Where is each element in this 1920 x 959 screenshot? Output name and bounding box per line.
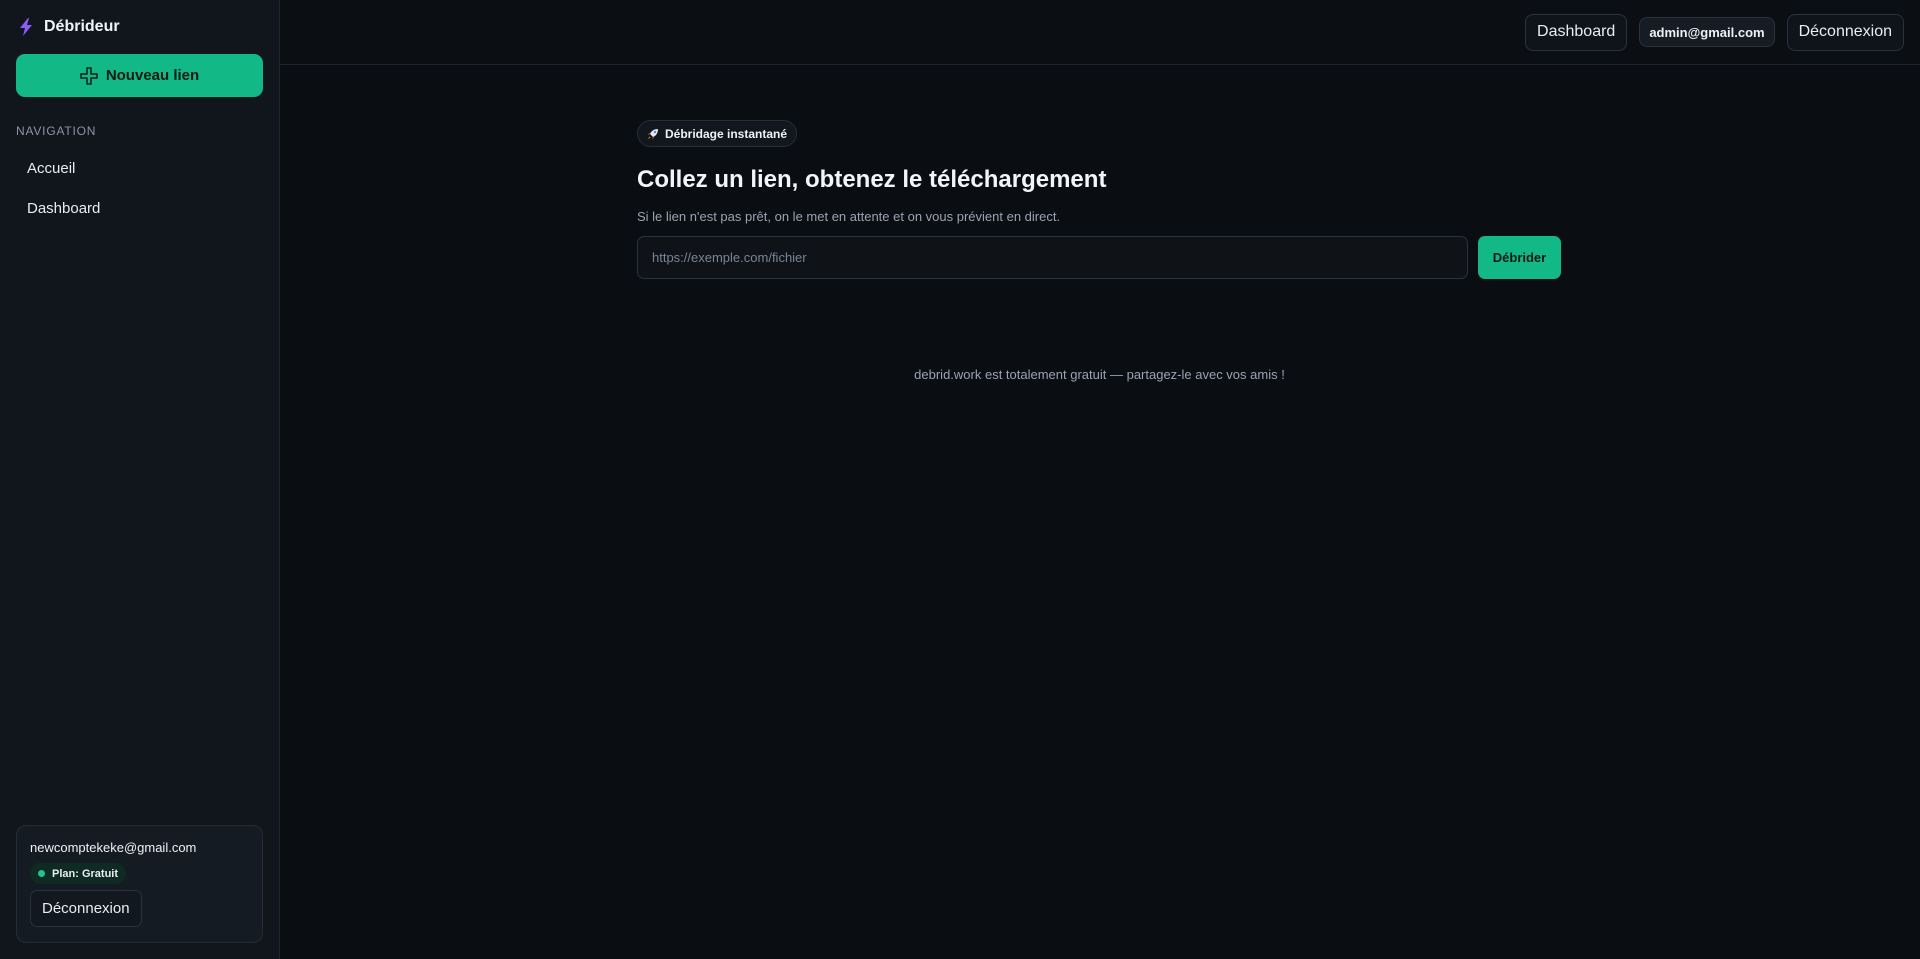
brand-name: Débrideur (44, 18, 120, 35)
main-area: Dashboard admin@gmail.com Déconnexion Dé… (280, 0, 1920, 959)
topbar: Dashboard admin@gmail.com Déconnexion (280, 0, 1920, 65)
nav-heading: NAVIGATION (16, 124, 97, 138)
debrid-section: Débridage instantané Collez un lien, obt… (637, 120, 1562, 279)
app-root: Débrideur Nouveau lien NAVIGATION Accuei… (0, 0, 1920, 959)
debrid-button[interactable]: Débrider (1478, 236, 1561, 279)
account-email: newcomptekeke@gmail.com (30, 840, 197, 855)
plan-label: Plan: Gratuit (52, 867, 119, 880)
user-email-chip: admin@gmail.com (1639, 17, 1775, 47)
brand[interactable]: Débrideur (16, 0, 263, 54)
nav-list: Accueil Dashboard (16, 148, 263, 228)
sidebar-item-dashboard[interactable]: Dashboard (16, 188, 263, 228)
url-input[interactable] (637, 236, 1468, 279)
topbar-dashboard-button[interactable]: Dashboard (1525, 13, 1628, 51)
plus-icon (80, 66, 98, 85)
sidebar: Débrideur Nouveau lien NAVIGATION Accuei… (0, 0, 280, 959)
pill-label: Débridage instantané (665, 126, 788, 141)
plan-badge: Plan: Gratuit (30, 863, 127, 884)
lightning-bolt-icon (18, 18, 34, 36)
status-dot-icon (38, 870, 45, 877)
page-subtitle: Si le lien n'est pas prêt, on le met en … (637, 209, 1061, 224)
sidebar-logout-button[interactable]: Déconnexion (30, 890, 142, 927)
link-form: Débrider (637, 236, 1562, 279)
footer-note: debrid.work est totalement gratuit — par… (914, 367, 1285, 382)
account-card: newcomptekeke@gmail.com Plan: Gratuit Dé… (16, 825, 263, 943)
topbar-logout-button[interactable]: Déconnexion (1786, 13, 1904, 51)
new-link-label: Nouveau lien (105, 67, 200, 84)
new-link-button[interactable]: Nouveau lien (16, 54, 263, 97)
sidebar-item-accueil[interactable]: Accueil (16, 148, 263, 188)
instant-pill: Débridage instantané (637, 120, 798, 147)
page-title: Collez un lien, obtenez le téléchargemen… (637, 166, 1107, 193)
rocket-icon (647, 128, 659, 140)
